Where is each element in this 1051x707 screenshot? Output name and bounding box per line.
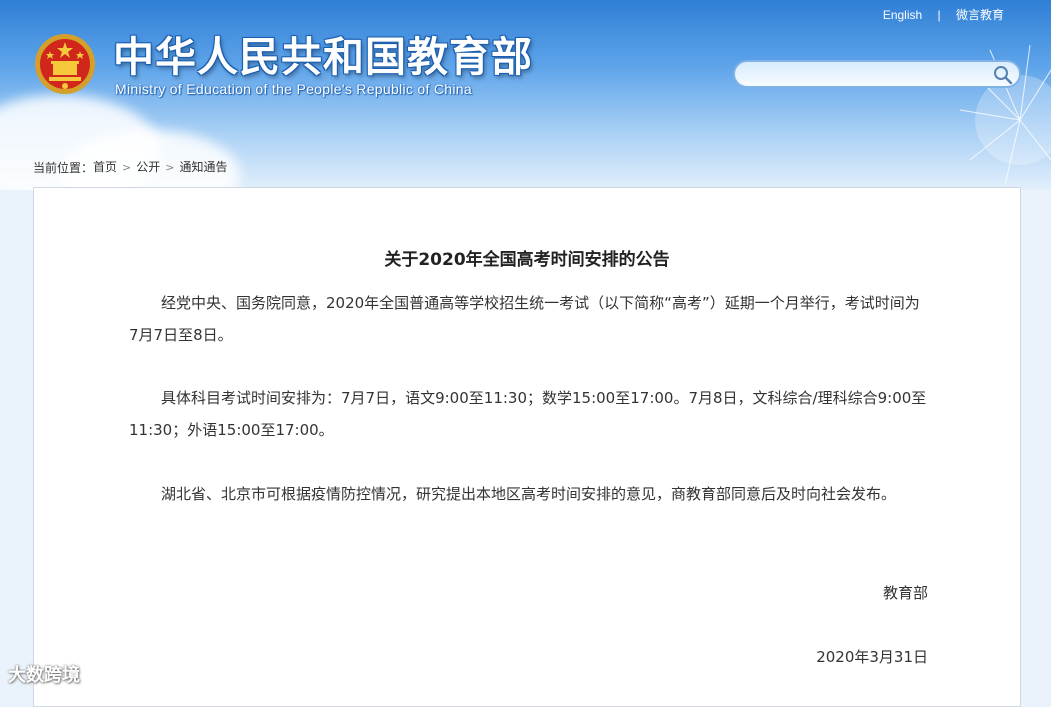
link-divider: | — [937, 8, 941, 22]
breadcrumb-home[interactable]: 首页 — [93, 160, 117, 174]
search-icon[interactable] — [993, 65, 1013, 85]
ministry-english-title: Ministry of Education of the People's Re… — [115, 81, 472, 97]
article-paragraph-1: 经党中央、国务院同意，2020年全国普通高等学校招生统一考试（以下简称“高考”）… — [129, 294, 920, 344]
article-title: 关于2020年全国高考时间安排的公告 — [384, 250, 670, 270]
search-input[interactable] — [745, 64, 989, 86]
chevron-right-icon: > — [122, 161, 132, 174]
weiyan-jiaoyu-link[interactable]: 微言教育 — [956, 6, 1004, 23]
article-paragraph-3: 湖北省、北京市可根据疫情防控情况，研究提出本地区高考时间安排的意见，商教育部同意… — [161, 485, 897, 503]
top-links: English | 微言教育 — [883, 6, 1004, 23]
watermark-logo: 大数跨境 — [8, 665, 80, 686]
breadcrumb-notices[interactable]: 通知通告 — [179, 160, 227, 174]
ministry-chinese-title: 中华人民共和国教育部 — [113, 33, 533, 81]
national-emblem-logo — [35, 34, 95, 94]
article-date: 2020年3月31日 — [816, 648, 928, 666]
chevron-right-icon: > — [165, 161, 175, 174]
article-paragraph-2: 具体科目考试时间安排为：7月7日，语文9:00至11:30；数学15:00至17… — [129, 389, 927, 439]
article-signature: 教育部 — [882, 584, 928, 602]
breadcrumb-public[interactable]: 公开 — [136, 160, 160, 174]
article-panel: 关于2020年全国高考时间安排的公告 经党中央、国务院同意，2020年全国普通高… — [33, 187, 1021, 707]
breadcrumb-prefix: 当前位置： — [33, 161, 94, 175]
dandelion-decoration — [959, 44, 1051, 186]
breadcrumb: 当前位置：首页 > 公开 > 通知通告 — [33, 158, 228, 176]
search-box[interactable] — [733, 60, 1021, 88]
english-link[interactable]: English — [883, 8, 922, 22]
